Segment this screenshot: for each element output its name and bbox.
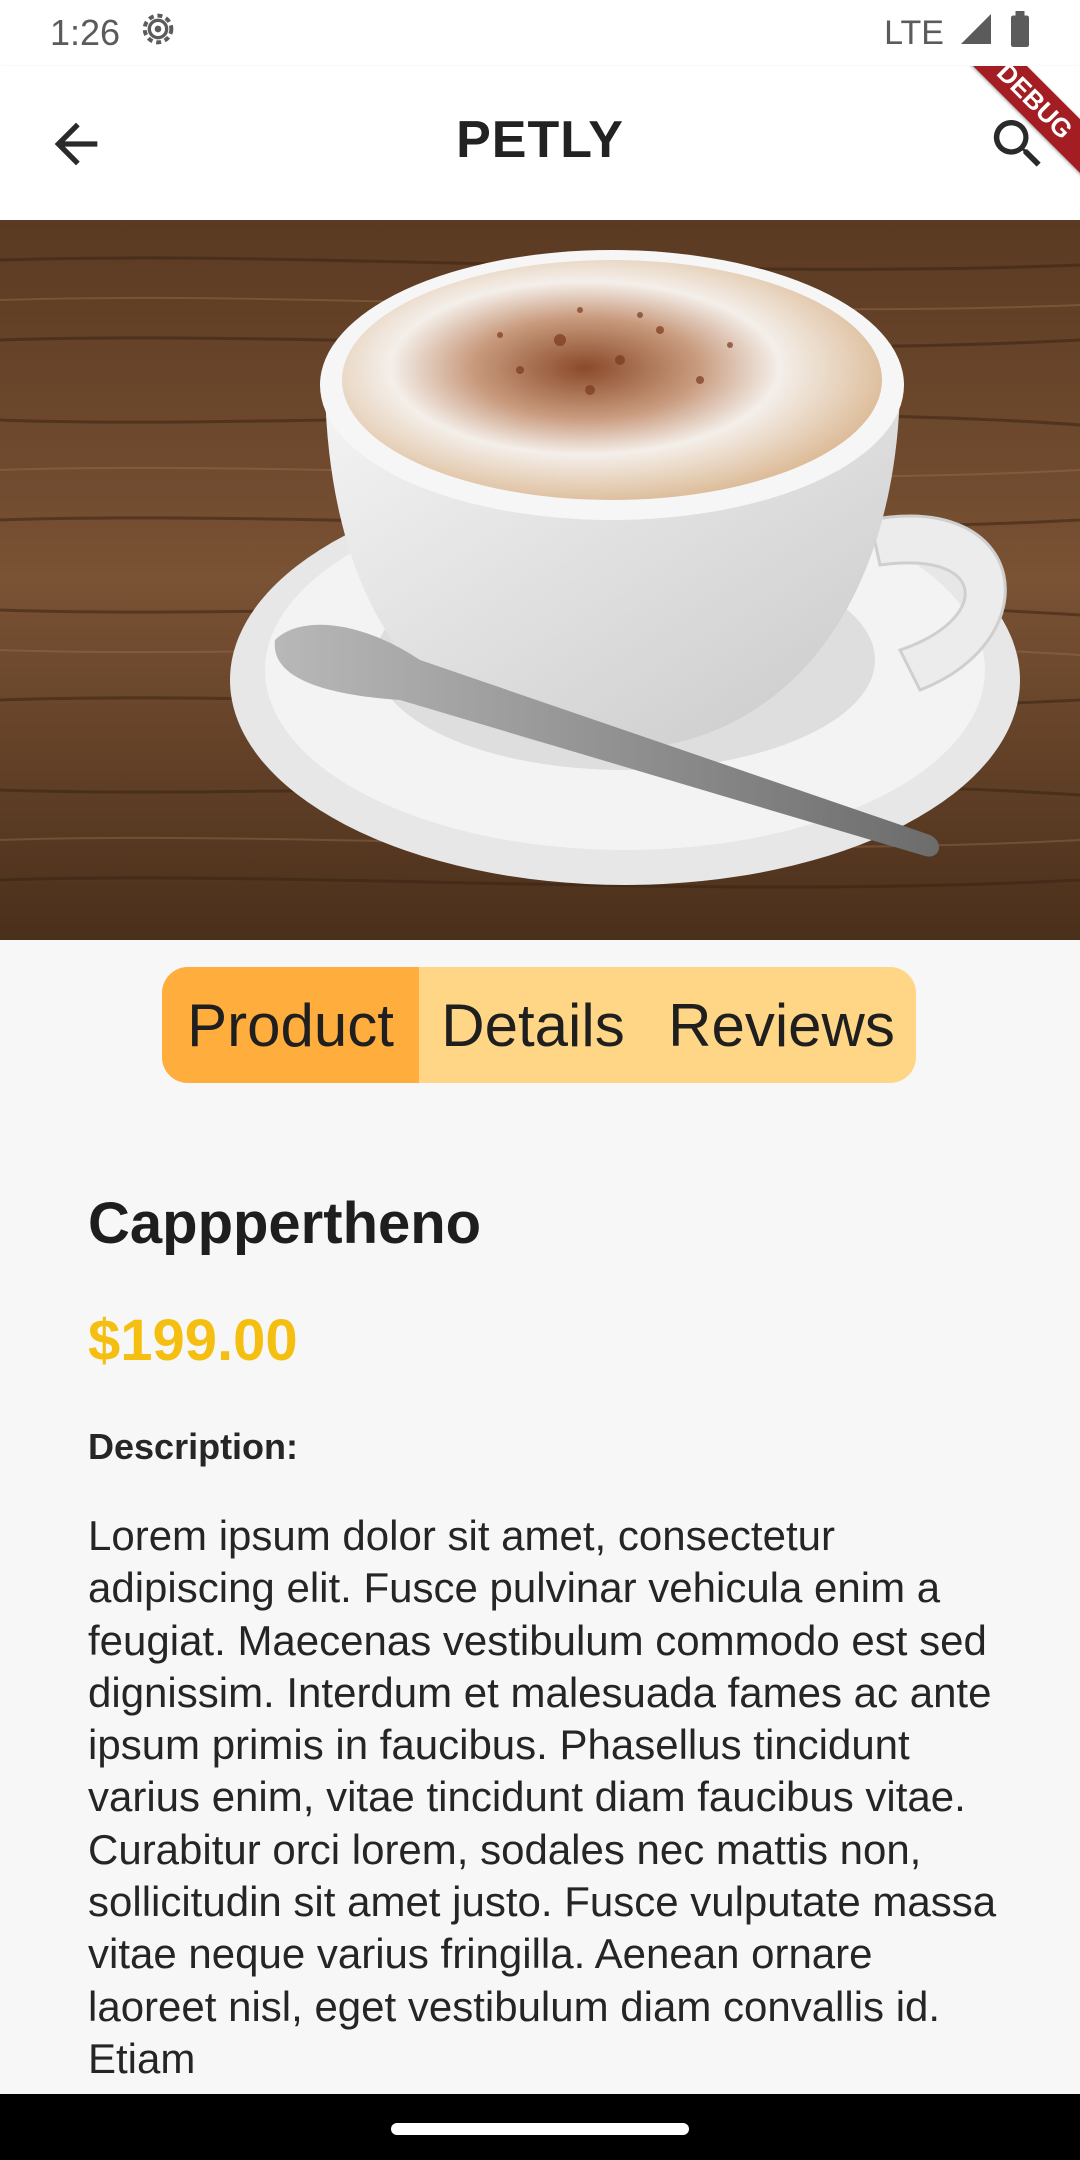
signal-icon xyxy=(958,11,994,56)
description-label: Description: xyxy=(88,1426,299,1467)
status-right: LTE xyxy=(884,10,1032,56)
description-text: Lorem ipsum dolor sit amet, consectetur … xyxy=(88,1512,997,2082)
tab-product[interactable]: Product xyxy=(162,967,419,1083)
tab-reviews[interactable]: Reviews xyxy=(647,967,916,1083)
tab-details[interactable]: Details xyxy=(419,967,647,1083)
product-content: Capppertheno $199.00 Description: Lorem … xyxy=(88,1190,996,2085)
network-type: LTE xyxy=(884,13,944,52)
product-price: $199.00 xyxy=(88,1308,298,1373)
product-name: Capppertheno xyxy=(88,1191,482,1256)
status-time: 1:26 xyxy=(50,12,121,53)
battery-icon xyxy=(1008,10,1032,56)
settings-icon xyxy=(138,9,178,58)
product-image xyxy=(0,220,1080,940)
home-indicator[interactable] xyxy=(391,2123,689,2135)
app-title: PETLY xyxy=(456,111,624,169)
status-left: 1:26 xyxy=(50,9,178,58)
status-bar: 1:26 LTE xyxy=(0,0,1080,66)
tab-bar: Product Details Reviews xyxy=(162,967,916,1083)
navigation-bar xyxy=(0,2094,1080,2160)
app-bar: PETLY DEBUG xyxy=(0,66,1080,220)
